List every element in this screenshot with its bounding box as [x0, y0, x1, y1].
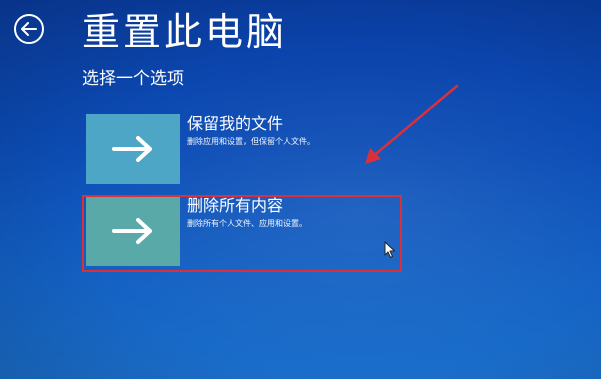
arrow-right-icon	[112, 218, 152, 244]
option-title: 删除所有内容	[187, 196, 284, 215]
option-tile[interactable]	[86, 114, 180, 184]
page-subtitle: 选择一个选项	[82, 69, 184, 89]
option-description: 删除应用和设置，但保留个人文件。	[187, 137, 315, 146]
option-remove-everything[interactable]: 删除所有内容 删除所有个人文件、应用和设置。	[86, 196, 396, 266]
page-title: 重置此电脑	[82, 10, 288, 54]
option-keep-my-files[interactable]: 保留我的文件 删除应用和设置，但保留个人文件。	[86, 114, 396, 184]
back-arrow-icon	[21, 22, 37, 36]
back-button[interactable]	[14, 14, 44, 44]
option-description: 删除所有个人文件、应用和设置。	[187, 219, 307, 228]
option-tile[interactable]	[86, 196, 180, 266]
arrow-right-icon	[112, 136, 152, 162]
option-title: 保留我的文件	[187, 114, 284, 133]
